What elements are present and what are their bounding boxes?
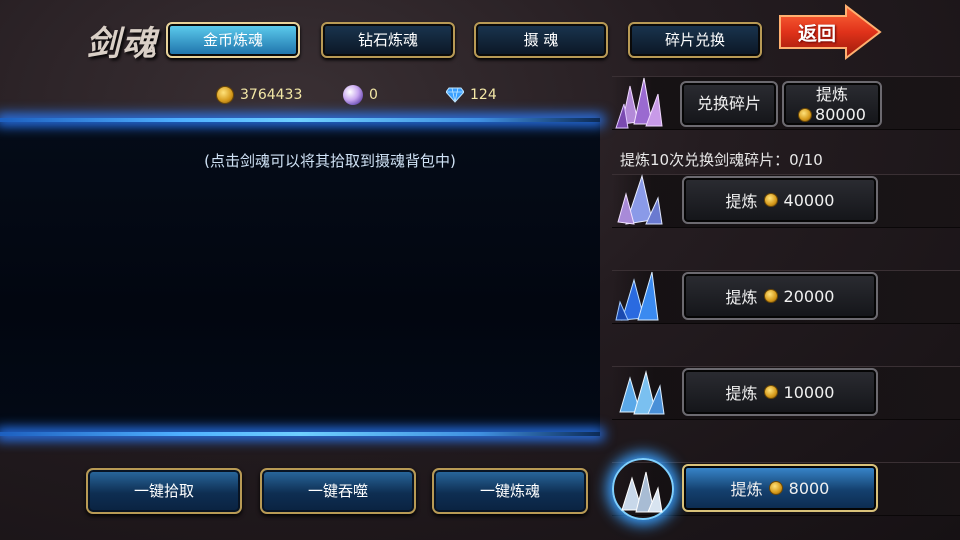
devour-all-button[interactable]: 一键吞噬 — [260, 468, 416, 514]
diamond-counter: 124 — [446, 84, 497, 106]
gold-value: 3764433 — [240, 87, 303, 103]
diamond-value: 124 — [470, 87, 497, 103]
refine-10000-button[interactable]: 提炼 10000 — [682, 368, 878, 416]
exchange-refine-cost-wrap: 80000 — [784, 105, 880, 125]
soul-panel[interactable]: (点击剑魂可以将其拾取到摄魂背包中) — [0, 118, 600, 436]
refine-label: 提炼 — [725, 384, 758, 403]
panel-glow-bottom — [0, 432, 600, 436]
back-button[interactable]: 返回 — [778, 4, 882, 60]
ice-crystal-icon — [619, 370, 665, 415]
gold-coin-icon — [763, 385, 778, 399]
refine-cost: 8000 — [788, 478, 830, 498]
tab-gold-refine[interactable]: 金币炼魂 — [166, 22, 300, 58]
refine-cost: 40000 — [783, 190, 835, 210]
gold-coin-icon — [763, 193, 778, 207]
exchange-refine-label: 提炼 — [815, 85, 848, 104]
pearl-counter: 0 — [343, 84, 378, 106]
refine-label: 提炼 — [730, 480, 763, 499]
tab-diamond-refine[interactable]: 钻石炼魂 — [321, 22, 455, 58]
tab-soul-capture[interactable]: 摄 魂 — [474, 22, 608, 58]
pearl-icon — [343, 85, 363, 105]
gold-coin-icon — [763, 289, 778, 303]
refine-label: 提炼 — [725, 288, 758, 307]
refine-cost: 10000 — [783, 382, 835, 402]
refine-cost: 20000 — [783, 286, 835, 306]
gold-coin-icon — [798, 108, 813, 122]
blue-crystal-icon — [615, 271, 659, 321]
exchange-fragment-button[interactable]: 兑换碎片 — [680, 81, 778, 127]
white-crystal-icon — [621, 471, 663, 513]
purple-crystal-cluster-icon — [615, 77, 663, 129]
panel-glow-top — [0, 118, 600, 122]
gold-coin-icon — [216, 86, 234, 104]
page-title: 剑魂 — [86, 24, 158, 64]
panel-hint: (点击剑魂可以将其拾取到摄魂背包中) — [204, 152, 456, 170]
refine-40000-button[interactable]: 提炼 40000 — [682, 176, 878, 224]
exchange-refine-cost: 80000 — [815, 105, 866, 124]
exchange-refine-button[interactable]: 提炼 80000 — [782, 81, 882, 127]
game-screen: 剑魂 金币炼魂 钻石炼魂 摄 魂 碎片兑换 返回 3764433 0 124 (… — [0, 0, 960, 540]
back-label: 返回 — [798, 23, 837, 45]
purple-crystal-icon — [617, 174, 663, 225]
refine-progress-text: 提炼10次兑换剑魂碎片：0/10 — [620, 151, 823, 169]
refine-8000-button[interactable]: 提炼 8000 — [682, 464, 878, 512]
refine-20000-button[interactable]: 提炼 20000 — [682, 272, 878, 320]
gold-counter: 3764433 — [216, 84, 302, 106]
refine-label: 提炼 — [725, 192, 758, 211]
refine-all-button[interactable]: 一键炼魂 — [432, 468, 588, 514]
tab-fragment-exchange[interactable]: 碎片兑换 — [628, 22, 762, 58]
diamond-icon — [446, 87, 464, 103]
pearl-value: 0 — [369, 87, 378, 103]
pick-all-button[interactable]: 一键拾取 — [86, 468, 242, 514]
gold-coin-icon — [768, 481, 783, 495]
